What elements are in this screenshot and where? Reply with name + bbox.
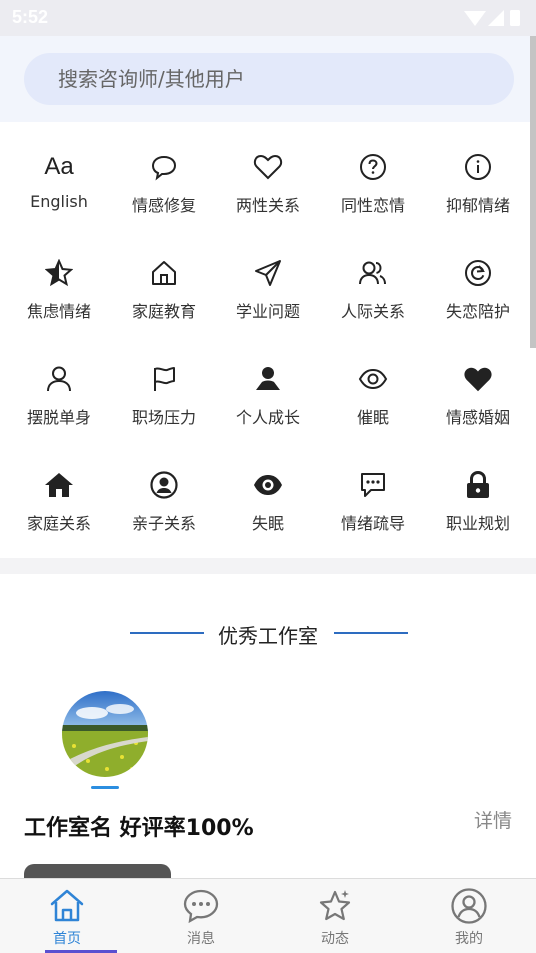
info-circle-icon	[463, 152, 493, 182]
tab-feed[interactable]: 动态	[268, 879, 402, 953]
aa-text-icon: Aa	[44, 153, 74, 180]
studio-avatar[interactable]	[62, 691, 148, 777]
detail-link[interactable]: 详情	[474, 806, 512, 833]
category-breakup-support[interactable]: 失恋陪护	[426, 228, 530, 334]
chat-dots-icon	[358, 470, 388, 500]
category-parent-child[interactable]: 亲子关系	[112, 440, 216, 546]
chat-bubble-icon	[149, 152, 179, 182]
star-sparkle-icon	[319, 890, 351, 921]
status-icons	[464, 10, 520, 26]
section-title: 优秀工作室	[218, 624, 318, 648]
tab-label: 动态	[321, 931, 349, 947]
bottom-tab-bar: 首页 消息 动态 我的	[0, 878, 536, 953]
category-career-planning[interactable]: 职业规划	[426, 440, 530, 546]
flag-icon	[149, 364, 179, 394]
half-star-icon	[44, 258, 74, 288]
category-label: 职场压力	[131, 408, 196, 427]
tab-label: 我的	[455, 931, 483, 947]
section-divider	[0, 558, 536, 574]
tab-profile[interactable]: 我的	[402, 879, 536, 953]
home-filled-icon	[44, 470, 74, 500]
category-academic[interactable]: 学业问题	[216, 228, 320, 334]
status-time: 5:52	[12, 7, 49, 27]
battery-icon	[510, 10, 520, 26]
category-label: 失眠	[251, 514, 284, 533]
category-family-relations[interactable]: 家庭关系	[7, 440, 111, 546]
category-label: 催眠	[356, 408, 389, 427]
category-family-education[interactable]: 家庭教育	[112, 228, 216, 334]
user-outline-icon	[44, 364, 74, 394]
category-label: 焦虑情绪	[26, 302, 91, 321]
category-label: 两性关系	[235, 196, 300, 215]
studio-name: 工作室名 好评率100%	[24, 816, 254, 841]
category-emotional-relief[interactable]: 情绪疏导	[321, 440, 425, 546]
category-label: 人际关系	[340, 302, 405, 321]
home-outline-icon	[149, 258, 179, 288]
category-depression[interactable]: 抑郁情绪	[426, 122, 530, 228]
question-circle-icon	[358, 152, 388, 182]
category-label: 家庭教育	[131, 302, 196, 321]
category-personal-growth[interactable]: 个人成长	[216, 334, 320, 440]
wifi-icon	[464, 11, 486, 26]
signal-icon	[488, 10, 504, 26]
category-label: 失恋陪护	[445, 302, 510, 321]
search-input[interactable]	[24, 53, 514, 105]
category-label: 职业规划	[445, 514, 510, 533]
category-label: 情绪疏导	[340, 514, 405, 533]
category-workplace-stress[interactable]: 职场压力	[112, 334, 216, 440]
lock-icon	[463, 470, 493, 500]
category-anxiety[interactable]: 焦虑情绪	[7, 228, 111, 334]
users-icon	[358, 258, 388, 288]
scrollbar[interactable]	[530, 36, 536, 348]
category-grid: Aa English 情感修复 两性关系 同性恋情 抑郁情绪 焦虑情绪 家庭教育…	[0, 122, 536, 558]
heart-filled-icon	[463, 364, 493, 394]
tab-label: 消息	[187, 931, 215, 947]
category-label: English	[30, 192, 88, 211]
category-escape-single[interactable]: 摆脱单身	[7, 334, 111, 440]
title-rule-left	[130, 632, 204, 634]
category-marriage[interactable]: 情感婚姻	[426, 334, 530, 440]
heart-outline-icon	[253, 152, 283, 182]
eye-outline-icon	[358, 364, 388, 394]
category-label: 抑郁情绪	[445, 196, 510, 215]
category-interpersonal[interactable]: 人际关系	[321, 228, 425, 334]
tab-home[interactable]: 首页	[0, 879, 134, 953]
category-label: 摆脱单身	[26, 408, 91, 427]
category-label: 同性恋情	[340, 196, 405, 215]
category-label: 亲子关系	[131, 514, 196, 533]
category-label: 情感修复	[131, 196, 196, 215]
status-bar: 5:52	[0, 0, 536, 36]
category-same-sex-love[interactable]: 同性恋情	[321, 122, 425, 228]
message-icon	[183, 889, 219, 924]
category-insomnia[interactable]: 失眠	[216, 440, 320, 546]
home-icon	[50, 889, 84, 922]
category-relationships[interactable]: 两性关系	[216, 122, 320, 228]
person-filled-icon	[253, 364, 283, 394]
category-label: 情感婚姻	[445, 408, 510, 427]
user-circle-icon	[149, 470, 179, 500]
tab-label: 首页	[53, 931, 81, 947]
search-area	[0, 36, 536, 122]
eye-filled-icon	[253, 470, 283, 500]
refresh-circle-icon	[463, 258, 493, 288]
title-rule-right	[334, 632, 408, 634]
category-label: 家庭关系	[26, 514, 91, 533]
section-header: 优秀工作室	[0, 612, 536, 652]
category-hypnosis[interactable]: 催眠	[321, 334, 425, 440]
send-icon	[253, 258, 283, 288]
category-label: 学业问题	[235, 302, 300, 321]
profile-icon	[451, 888, 487, 924]
category-label: 个人成长	[235, 408, 300, 427]
category-english[interactable]: Aa English	[7, 122, 111, 228]
tab-messages[interactable]: 消息	[134, 879, 268, 953]
category-emotion-repair[interactable]: 情感修复	[112, 122, 216, 228]
avatar-selected-indicator	[91, 786, 119, 789]
